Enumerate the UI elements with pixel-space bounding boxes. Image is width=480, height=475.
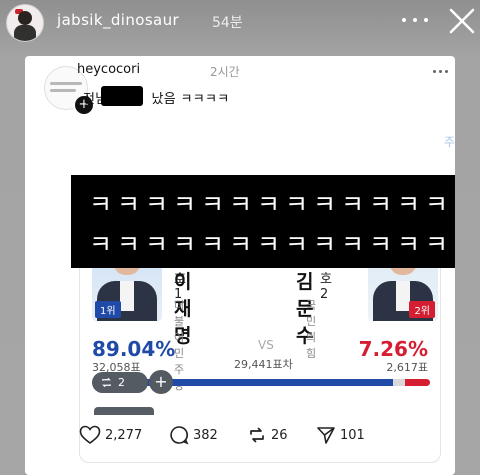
story-header: jabsik_dinosaur 54분 (0, 0, 480, 48)
post-username[interactable]: heycocori (77, 62, 140, 77)
rank-badge-right: 2위 (409, 301, 435, 318)
repost-icon (250, 427, 264, 443)
story-time: 54분 (212, 15, 243, 31)
repost-icon (102, 377, 111, 388)
rank-badge-left: 1위 (95, 301, 121, 318)
share-button[interactable]: 101 (316, 422, 365, 448)
vote-margin: 29,441표차 (234, 358, 293, 371)
embed-plus-button[interactable]: + (149, 370, 173, 394)
like-count: 2,277 (105, 427, 143, 443)
more-options-icon[interactable] (402, 18, 430, 26)
vote-share-right-fill (405, 379, 430, 386)
post-more-options-icon[interactable] (433, 70, 451, 74)
left-percent: 89.04% (92, 337, 176, 361)
right-percent: 7.26% (358, 337, 428, 361)
repost-count-pill[interactable]: 2 (92, 372, 148, 393)
redaction-box-small (101, 86, 143, 106)
post-actions: 2,277 382 26 101 (25, 422, 455, 450)
heart-icon (79, 425, 101, 444)
redaction-row-2: ㅋㅋㅋㅋㅋㅋㅋㅋㅋㅋㅋㅋㅋ (89, 230, 454, 259)
candidate-right-party: 국민의힘 (306, 299, 317, 360)
repost-count: 26 (271, 427, 288, 443)
partially-hidden-text: 주 (444, 135, 455, 149)
like-button[interactable]: 2,277 (79, 422, 142, 448)
avatar-head (18, 11, 32, 25)
vs-label: VS (258, 338, 274, 352)
post-time: 2시간 (210, 65, 240, 79)
shared-post-card[interactable]: + heycocori 2시간 전남났음 ㅋㅋㅋㅋ 1위 기호 1 이재명 더불… (25, 56, 455, 475)
embed-bottom-chip (94, 407, 154, 415)
comment-icon (170, 426, 189, 445)
right-votes: 2,617표 (386, 361, 428, 374)
send-icon (317, 427, 335, 444)
close-icon[interactable] (447, 6, 477, 36)
post-text-suffix: 났음 ㅋㅋㅋㅋ (151, 92, 230, 107)
avatar-body (14, 25, 36, 41)
share-count: 101 (340, 427, 365, 443)
story-username[interactable]: jabsik_dinosaur (57, 11, 179, 29)
redaction-overlay: ㅋㅋㅋㅋㅋㅋㅋㅋㅋㅋㅋㅋㅋ ㅋㅋㅋㅋㅋㅋㅋㅋㅋㅋㅋㅋㅋ (71, 175, 455, 268)
story-avatar[interactable] (6, 4, 44, 42)
repost-pill-count: 2 (118, 376, 125, 389)
comment-count: 382 (193, 427, 218, 443)
repost-button[interactable]: 26 (247, 422, 288, 448)
redaction-row-1: ㅋㅋㅋㅋㅋㅋㅋㅋㅋㅋㅋㅋㅋ (89, 190, 454, 219)
comment-button[interactable]: 382 (169, 422, 218, 448)
